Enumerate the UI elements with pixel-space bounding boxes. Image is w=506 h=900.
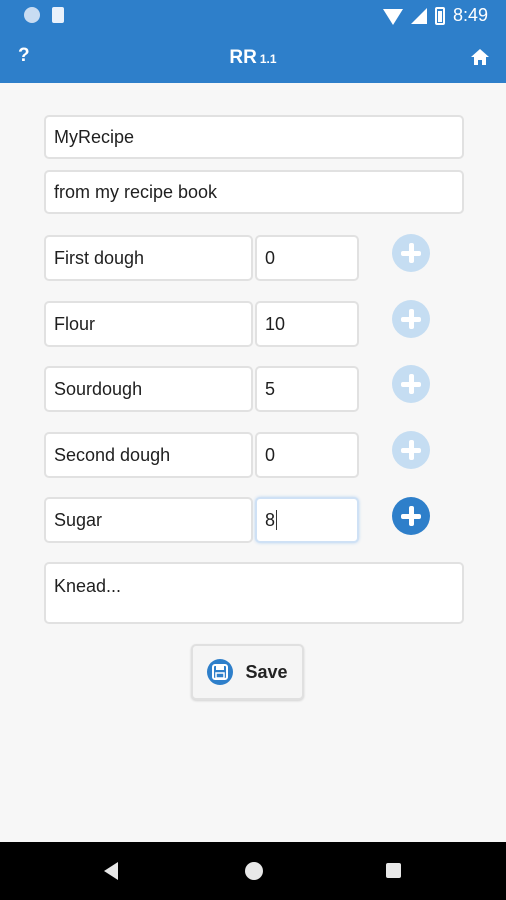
system-nav-bar [0,842,506,900]
ingredient-amount-value: 0 [265,444,276,465]
ingredient-amount-field[interactable]: 5 [255,366,359,412]
ingredient-amount-field-active[interactable]: 8 [255,497,359,543]
ingredient-name-field[interactable]: Sugar [44,497,253,543]
plus-icon-bar [401,447,421,453]
add-ingredient-button-active[interactable] [392,497,430,535]
add-ingredient-button[interactable] [392,431,430,469]
ingredient-name-value: Sourdough [54,378,143,399]
ingredient-amount-value: 8 [265,509,276,530]
notification-icon [24,7,40,23]
ingredient-name-field[interactable]: First dough [44,235,253,281]
recipe-name-field[interactable]: MyRecipe [44,115,464,159]
plus-icon-bar [401,513,421,519]
plus-icon-bar [401,381,421,387]
plus-icon-bar [401,250,421,256]
add-ingredient-button[interactable] [392,365,430,403]
ingredient-amount-value: 5 [265,378,276,399]
status-bar: 8:49 [0,0,506,33]
home-circle-icon[interactable] [245,862,263,880]
instructions-field[interactable]: Knead... [44,562,464,624]
text-cursor [276,510,278,530]
ingredient-name-value: Second dough [54,444,171,465]
floppy-disk-icon [207,659,234,685]
ingredient-name-field[interactable]: Second dough [44,432,253,478]
ingredient-name-value: Flour [54,313,96,334]
ingredient-name-value: First dough [54,247,145,268]
add-ingredient-button[interactable] [392,234,430,272]
app-version: 1.1 [259,52,277,66]
instructions-value: Knead... [54,576,122,596]
ingredient-name-field[interactable]: Sourdough [44,366,253,412]
battery-icon [434,6,445,25]
ingredient-name-field[interactable]: Flour [44,301,253,347]
ingredient-amount-field[interactable]: 10 [255,301,359,347]
recipe-name-value: MyRecipe [54,126,135,147]
cell-signal-icon [410,7,427,24]
save-label: Save [245,661,288,682]
status-time: 8:49 [452,5,488,25]
app-title: RR 1.1 [0,47,506,69]
app-title-text: RR [229,47,257,68]
recipe-source-value: from my recipe book [54,181,218,202]
recent-apps-icon[interactable] [386,863,401,878]
plus-icon-bar [401,316,421,322]
ingredient-amount-field[interactable]: 0 [255,235,359,281]
home-icon[interactable] [470,47,490,67]
wifi-icon [382,8,403,25]
save-button[interactable]: Save [191,644,304,700]
back-icon[interactable] [104,862,118,880]
ingredient-name-value: Sugar [54,509,103,530]
app-bar: ? RR 1.1 [0,33,506,83]
add-ingredient-button[interactable] [392,300,430,338]
ingredient-amount-field[interactable]: 0 [255,432,359,478]
ingredient-amount-value: 10 [265,313,286,334]
ingredient-amount-value: 0 [265,247,276,268]
recipe-source-field[interactable]: from my recipe book [44,170,464,214]
sd-card-icon [52,7,64,23]
